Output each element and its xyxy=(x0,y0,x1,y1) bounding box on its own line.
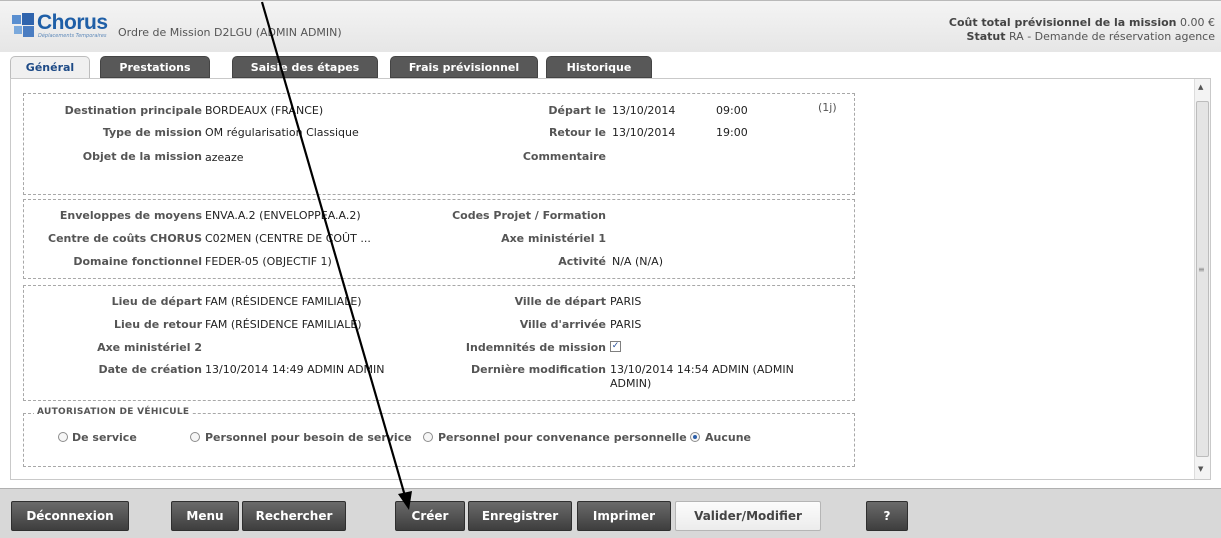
arrival-city-label: Ville d'arrivée xyxy=(519,318,606,331)
logo-subtitle: Déplacements Temporaires xyxy=(38,33,107,39)
departure-city-value: PARIS xyxy=(610,295,642,308)
cost-label: Coût total prévisionnel de la mission xyxy=(948,16,1177,29)
tab-frais-previsionnel[interactable]: Frais prévisionnel xyxy=(390,56,538,78)
mission-allowance-checkbox[interactable]: ✓ xyxy=(610,341,621,352)
radio-aucune-label[interactable]: Aucune xyxy=(705,431,751,444)
return-label: Retour le xyxy=(548,126,606,139)
logout-button[interactable]: Déconnexion xyxy=(11,501,129,531)
return-time: 19:00 xyxy=(716,126,748,139)
mission-object-value: azeaze xyxy=(205,151,244,164)
search-button[interactable]: Rechercher xyxy=(242,501,346,531)
chorus-logo: Chorus Déplacements Temporaires xyxy=(12,11,116,43)
ministerial-axis-2-label: Axe ministériel 2 xyxy=(97,341,202,354)
status-value: RA - Demande de réservation agence xyxy=(1008,30,1215,43)
mission-object-label: Objet de la mission xyxy=(82,150,202,163)
scroll-thumb[interactable] xyxy=(1196,101,1209,457)
travel-section: Lieu de départ FAM (RÉSIDENCE FAMILIALE)… xyxy=(23,285,855,401)
help-button[interactable]: ? xyxy=(866,501,908,531)
app-header: Chorus Déplacements Temporaires Ordre de… xyxy=(0,0,1221,52)
tab-general[interactable]: Général xyxy=(10,56,90,80)
radio-de-service[interactable] xyxy=(58,432,68,442)
mission-section: Destination principale BORDEAUX (FRANCE)… xyxy=(23,93,855,195)
status-label: Statut xyxy=(966,30,1006,43)
scroll-grip-icon: ≡ xyxy=(1198,265,1205,274)
activity-value: N/A (N/A) xyxy=(612,255,663,268)
functional-domain-label: Domaine fonctionnel xyxy=(73,255,202,268)
tab-prestations[interactable]: Prestations xyxy=(100,56,210,78)
vehicle-authorization-section: AUTORISATION DE VÉHICULE De service Pers… xyxy=(23,407,855,467)
scroll-up-icon[interactable]: ▲ xyxy=(1198,83,1203,91)
action-bar: Déconnexion Menu Rechercher Créer Enregi… xyxy=(0,488,1221,538)
project-codes-label: Codes Projet / Formation xyxy=(452,209,606,222)
print-button[interactable]: Imprimer xyxy=(577,501,671,531)
comment-label: Commentaire xyxy=(522,150,606,163)
radio-personnel-convenance[interactable] xyxy=(423,432,433,442)
validate-modify-button[interactable]: Valider/Modifier xyxy=(675,501,821,531)
departure-time: 09:00 xyxy=(716,104,748,117)
creation-date-value: 13/10/2014 14:49 ADMIN ADMIN xyxy=(205,363,385,376)
envelopes-value: ENVA.A.2 (ENVELOPPEA.A.2) xyxy=(205,209,361,222)
save-button[interactable]: Enregistrer xyxy=(468,501,572,531)
functional-domain-value: FEDER-05 (OBJECTIF 1) xyxy=(205,255,332,268)
activity-label: Activité xyxy=(558,255,606,268)
departure-city-label: Ville de départ xyxy=(514,295,606,308)
scroll-down-icon[interactable]: ▼ xyxy=(1198,465,1203,473)
mission-summary: Coût total prévisionnel de la mission 0.… xyxy=(949,16,1215,44)
general-panel: Destination principale BORDEAUX (FRANCE)… xyxy=(10,78,1211,480)
create-button[interactable]: Créer xyxy=(395,501,465,531)
budget-section: Enveloppes de moyens ENVA.A.2 (ENVELOPPE… xyxy=(23,199,855,279)
logo-text: Chorus xyxy=(37,11,108,34)
creation-date-label: Date de création xyxy=(98,363,202,376)
return-place-value: FAM (RÉSIDENCE FAMILIALE) xyxy=(205,318,362,331)
departure-label: Départ le xyxy=(548,104,606,117)
return-place-label: Lieu de retour xyxy=(113,318,202,331)
envelopes-label: Enveloppes de moyens xyxy=(59,209,202,222)
ministerial-axis-1-label: Axe ministériel 1 xyxy=(501,232,606,245)
mission-allowance-label: Indemnités de mission xyxy=(465,341,606,354)
menu-button[interactable]: Menu xyxy=(171,501,239,531)
cost-center-value: C02MEN (CENTRE DE COÛT ... xyxy=(205,232,371,245)
radio-aucune[interactable] xyxy=(690,432,700,442)
cost-value: 0.00 € xyxy=(1180,16,1215,29)
departure-place-value: FAM (RÉSIDENCE FAMILIALE) xyxy=(205,295,362,308)
radio-de-service-label[interactable]: De service xyxy=(72,431,137,444)
destination-value: BORDEAUX (FRANCE) xyxy=(205,104,324,117)
radio-personnel-besoin-service[interactable] xyxy=(190,432,200,442)
departure-date: 13/10/2014 xyxy=(612,104,676,117)
departure-place-label: Lieu de départ xyxy=(111,295,202,308)
radio-personnel-besoin-service-label[interactable]: Personnel pour besoin de service xyxy=(205,431,412,444)
arrival-city-value: PARIS xyxy=(610,318,642,331)
page-title: Ordre de Mission D2LGU (ADMIN ADMIN) xyxy=(118,26,342,39)
radio-personnel-convenance-label[interactable]: Personnel pour convenance personnelle xyxy=(438,431,687,444)
tab-historique[interactable]: Historique xyxy=(546,56,652,78)
mission-type-label: Type de mission xyxy=(102,126,202,139)
last-modified-label: Dernière modification xyxy=(471,363,606,376)
return-date: 13/10/2014 xyxy=(612,126,676,139)
cost-center-label: Centre de coûts CHORUS xyxy=(48,232,202,245)
duration: (1j) xyxy=(818,101,837,114)
last-modified-value: 13/10/2014 14:54 ADMIN (ADMIN xyxy=(610,363,794,376)
vehicle-authorization-legend: AUTORISATION DE VÉHICULE xyxy=(34,407,193,417)
last-modified-value-cont: ADMIN) xyxy=(610,377,652,390)
mission-type-value: OM régularisation Classique xyxy=(205,126,359,139)
tab-saisie-etapes[interactable]: Saisie des étapes xyxy=(232,56,378,78)
destination-label: Destination principale xyxy=(64,104,202,117)
vertical-scrollbar[interactable]: ▲ ≡ ▼ xyxy=(1194,79,1210,479)
